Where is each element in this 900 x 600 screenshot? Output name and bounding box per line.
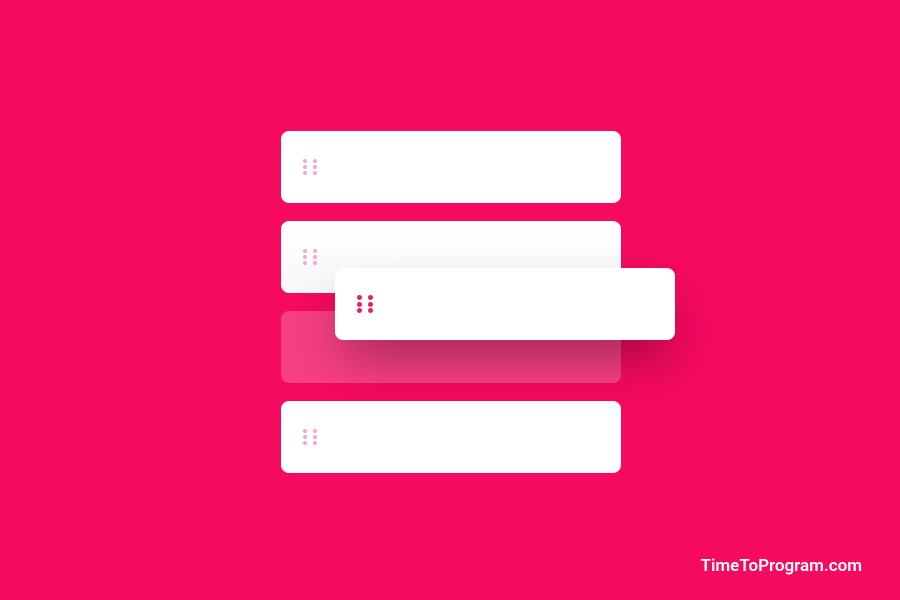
list-item[interactable] <box>281 401 621 473</box>
list-item-dragging[interactable] <box>335 268 675 340</box>
drag-handle-icon[interactable] <box>357 295 379 313</box>
drag-handle-icon[interactable] <box>303 159 323 175</box>
list-item[interactable] <box>281 131 621 203</box>
watermark-text: TimeToProgram.com <box>701 556 862 576</box>
drag-handle-icon[interactable] <box>303 249 323 265</box>
drag-handle-icon[interactable] <box>303 429 323 445</box>
